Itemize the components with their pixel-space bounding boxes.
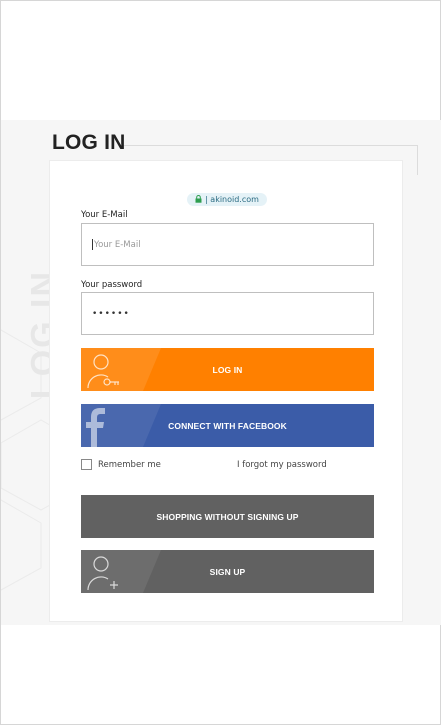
login-button-label: LOG IN [212,364,243,375]
title-divider-corner [417,145,418,175]
signup-button[interactable]: SIGN UP [81,550,374,593]
user-plus-icon [87,556,118,591]
email-placeholder: Your E-Mail [94,239,141,250]
login-button[interactable]: LOG IN [81,348,374,391]
lock-icon [195,194,202,205]
url-text: | akinoid.com [205,195,259,204]
email-label: Your E-Mail [81,210,128,220]
facebook-connect-button[interactable]: CONNECT WITH FACEBOOK [81,404,374,447]
password-value: •••••• [92,308,130,319]
password-field[interactable]: •••••• [81,292,374,335]
email-field[interactable]: Your E-Mail [81,223,374,266]
signup-button-label: SIGN UP [209,566,246,577]
remember-me-label[interactable]: Remember me [98,460,161,470]
user-key-icon [87,354,119,389]
guest-button-label: SHOPPING WITHOUT SIGNING UP [156,511,299,522]
url-badge: | akinoid.com [187,193,267,206]
title-divider-line [120,145,418,146]
password-label: Your password [81,280,143,290]
remember-me-checkbox[interactable] [81,459,92,470]
text-caret [92,239,93,250]
forgot-password-link[interactable]: I forgot my password [237,460,327,470]
facebook-button-label: CONNECT WITH FACEBOOK [168,420,287,431]
facebook-f-icon [86,408,105,447]
page-title: LOG IN [52,131,126,154]
guest-checkout-button[interactable]: SHOPPING WITHOUT SIGNING UP [81,495,374,538]
